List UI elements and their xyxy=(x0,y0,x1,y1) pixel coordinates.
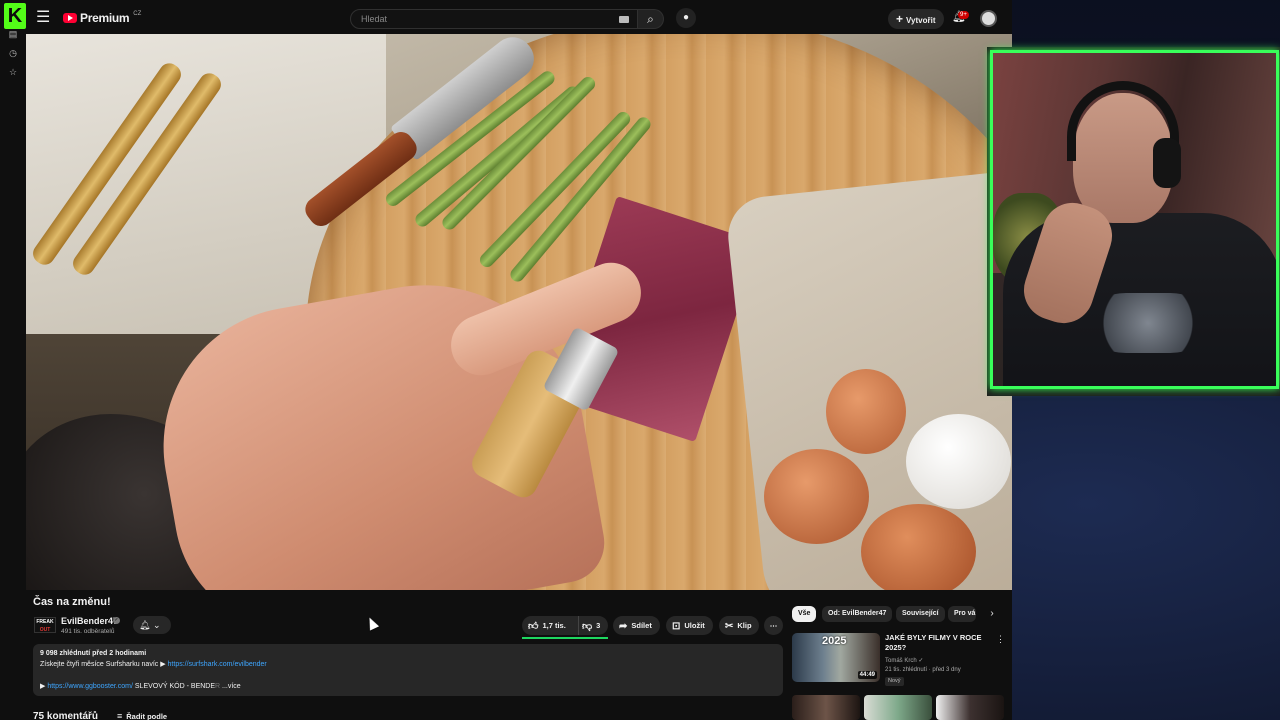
sort-label: Řadit podle xyxy=(126,712,168,720)
share-button[interactable]: ➦ Sdílet xyxy=(613,616,660,635)
create-label: Vytvořit xyxy=(906,16,936,25)
thumbs-up-icon: 👍︎ xyxy=(528,621,539,632)
share-label: Sdílet xyxy=(631,621,652,630)
channel-logo-top: FREAK xyxy=(36,619,54,625)
comments-count: 75 komentářů xyxy=(33,711,99,720)
library-icon[interactable]: ▤ xyxy=(7,28,19,40)
chip-all[interactable]: Vše xyxy=(792,606,817,622)
dislike-button[interactable]: 👎︎ 3 xyxy=(578,616,608,635)
recommendation-thumbnail[interactable]: 2025 44:49 xyxy=(792,633,880,682)
video-title: Čas na změnu! xyxy=(33,596,111,608)
logo-country: CZ xyxy=(133,11,142,17)
plus-icon: + xyxy=(896,12,904,26)
thumbs-down-icon: 👎︎ xyxy=(582,621,593,632)
stream-layout: K ☰ Premium CZ Hledat ⌕ ● +Vytvořit 🔔︎ 9… xyxy=(0,0,1280,720)
save-button[interactable]: ⊡ Uložit xyxy=(666,616,713,635)
search-icon[interactable]: ⌕ xyxy=(638,9,664,29)
side-rail: ▤ ◷ ☆ xyxy=(0,29,26,720)
search-input[interactable]: Hledat xyxy=(350,9,638,29)
recommendation-thumbnail[interactable] xyxy=(864,695,932,720)
kick-logo: K xyxy=(4,3,26,29)
menu-icon[interactable]: ☰ xyxy=(36,10,54,26)
chevron-down-icon: ⌄ xyxy=(152,620,161,630)
like-count: 1,7 tis. xyxy=(542,621,566,630)
verified-icon: ✓ xyxy=(113,617,120,624)
save-label: Uložit xyxy=(684,621,705,630)
subscribed-bell-button[interactable]: 🔔︎ ⌄ xyxy=(133,616,171,634)
thumbnail-text: 2025 xyxy=(822,635,847,647)
view-count-and-date: 9 098 zhlédnutí před 2 hodinami xyxy=(40,650,147,657)
webcam-feed xyxy=(990,50,1279,389)
surfshark-link[interactable]: https://surfshark.com/evilbender xyxy=(168,661,267,668)
sort-icon: ≡ xyxy=(117,711,123,720)
dislike-count: 3 xyxy=(596,621,601,630)
microphone-icon[interactable]: ● xyxy=(676,8,696,28)
new-badge: Nový xyxy=(885,677,904,686)
clip-button[interactable]: ✂ Klip xyxy=(719,616,759,635)
history-icon[interactable]: ◷ xyxy=(7,47,19,59)
top-bar: K ☰ Premium CZ Hledat ⌕ ● +Vytvořit 🔔︎ 9… xyxy=(0,0,1012,36)
video-scene-rods xyxy=(29,54,225,284)
video-scene-egg xyxy=(764,449,869,544)
description-line: Získejte čtyři měsíce Surfsharku navíc ▶… xyxy=(40,660,267,668)
channel-logo-bottom: OUT xyxy=(39,627,51,633)
chip-related[interactable]: Související xyxy=(896,606,945,622)
star-icon[interactable]: ☆ xyxy=(7,66,19,78)
sort-button[interactable]: ≡ Řadit podle xyxy=(117,711,167,720)
description-fade-text: R xyxy=(215,683,223,690)
verified-icon: ✓ xyxy=(918,658,924,664)
chevron-right-icon[interactable]: › xyxy=(985,607,999,621)
like-ratio-bar xyxy=(522,637,608,639)
description-text: SLEVOVÝ KÓD - BENDE xyxy=(132,683,216,690)
webcam-headset-earcup xyxy=(1153,138,1181,188)
recommendation-thumbnail[interactable] xyxy=(936,695,1004,720)
share-icon: ➦ xyxy=(619,621,628,632)
search-placeholder: Hledat xyxy=(361,14,388,24)
notification-badge: 9+ xyxy=(958,11,969,19)
show-more-link[interactable]: ...více xyxy=(222,683,241,690)
video-player[interactable] xyxy=(26,34,1012,590)
recommendation-thumbnail[interactable] xyxy=(792,695,860,720)
chip-for-you[interactable]: Pro vá xyxy=(948,606,976,622)
create-button[interactable]: + Vytvořit xyxy=(888,9,944,29)
video-scene-egg xyxy=(861,504,976,590)
youtube-logo[interactable]: Premium CZ xyxy=(63,11,141,25)
ggbooster-link[interactable]: https://www.ggbooster.com/ xyxy=(47,683,133,690)
logo-text: Premium xyxy=(80,11,130,25)
like-button[interactable]: 👍︎ 1,7 tis. xyxy=(522,616,578,635)
chip-from-channel[interactable]: Od: EvilBender47 xyxy=(822,606,893,622)
webcam-shirt-print xyxy=(1093,293,1203,353)
recommendation-channel-name: Tomáš Krch xyxy=(885,658,917,664)
recommendation-channel[interactable]: Tomáš Krch ✓ xyxy=(885,657,923,664)
video-duration: 44:49 xyxy=(857,671,877,679)
channel-logo[interactable]: FREAK OUT xyxy=(34,617,56,633)
channel-name[interactable]: EvilBender47 xyxy=(61,616,118,626)
youtube-window: K ☰ Premium CZ Hledat ⌕ ● +Vytvořit 🔔︎ 9… xyxy=(0,0,1012,720)
more-actions-button[interactable]: ⋯ xyxy=(764,616,783,635)
scissors-icon: ✂ xyxy=(725,621,734,632)
bell-icon: 🔔︎ xyxy=(139,620,151,630)
description-text: Získejte čtyři měsíce Surfsharku navíc ▶ xyxy=(40,661,168,668)
video-scene-egg xyxy=(826,369,906,454)
youtube-play-icon xyxy=(63,13,77,23)
recommendation-title[interactable]: JAKÉ BYLY FILMY V ROCE 2025? xyxy=(885,633,990,653)
more-vertical-icon[interactable]: ⋮ xyxy=(996,633,1005,645)
avatar[interactable] xyxy=(980,10,997,27)
description-line: ▶ https://www.ggbooster.com/ SLEVOVÝ KÓD… xyxy=(40,682,241,690)
keyboard-icon[interactable] xyxy=(619,16,629,23)
clip-label: Klip xyxy=(737,621,752,630)
bookmark-icon: ⊡ xyxy=(672,621,681,632)
video-scene-egg xyxy=(906,414,1011,509)
recommendation-meta: 21 tis. zhlédnutí · před 3 dny xyxy=(885,667,961,673)
subscriber-count: 491 tis. odběratelů xyxy=(61,628,115,635)
more-horizontal-icon: ⋯ xyxy=(769,621,778,630)
